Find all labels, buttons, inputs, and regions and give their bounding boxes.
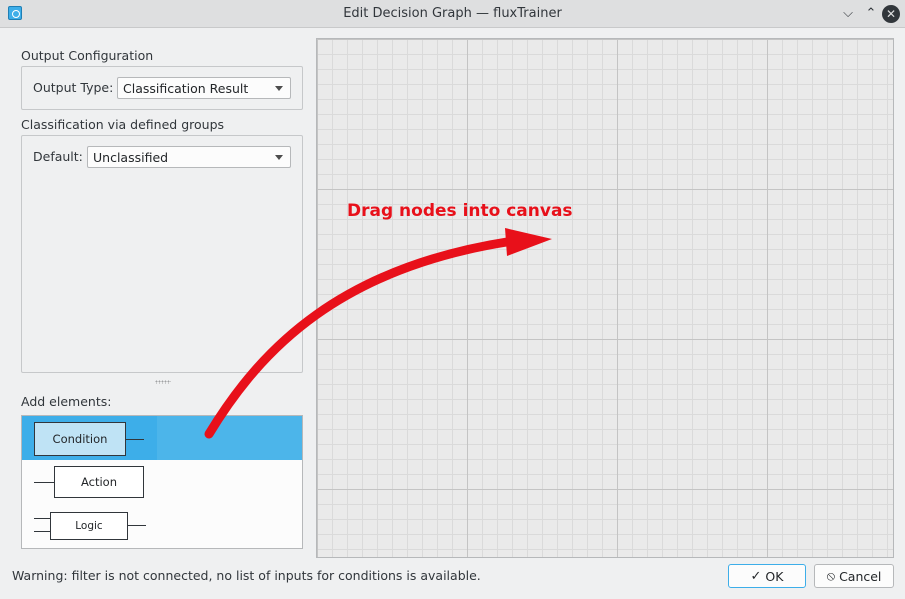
cancel-icon: ⦸ [826, 568, 836, 584]
cancel-button[interactable]: ⦸ Cancel [814, 564, 894, 588]
output-configuration-heading: Output Configuration [21, 48, 154, 63]
elements-list: Condition Action Logic [21, 415, 303, 549]
cancel-button-label: Cancel [839, 568, 882, 584]
classification-heading: Classification via defined groups [21, 117, 225, 132]
minimize-chevron-down-icon[interactable]: ⌵ [838, 4, 858, 24]
chevron-down-icon [275, 86, 283, 91]
checkmark-icon: ✓ [750, 568, 762, 584]
selection-highlight [157, 416, 302, 460]
splitter-handle[interactable] [155, 380, 171, 384]
ok-button[interactable]: ✓ OK [728, 564, 806, 588]
connection-warning: Warning: filter is not connected, no lis… [12, 568, 481, 583]
title-bar: Edit Decision Graph — fluxTrainer ⌵ ⌃ ✕ [0, 0, 905, 28]
condition-output-connector [126, 439, 144, 440]
logic-output-connector [128, 525, 146, 526]
graph-canvas[interactable] [316, 38, 894, 558]
chevron-down-icon [275, 155, 283, 160]
ok-button-label: OK [765, 568, 784, 584]
logic-input-connector-1 [34, 518, 50, 519]
window-title: Edit Decision Graph — fluxTrainer [343, 6, 562, 21]
default-label: Default: [33, 149, 83, 164]
action-node[interactable]: Action [54, 466, 144, 498]
canvas-hint-text: Drag nodes into canvas [347, 201, 573, 221]
output-type-label: Output Type: [33, 80, 114, 95]
output-type-value: Classification Result [123, 81, 249, 96]
logic-input-connector-2 [34, 531, 50, 532]
maximize-chevron-up-icon[interactable]: ⌃ [861, 4, 881, 24]
close-icon[interactable]: ✕ [882, 5, 900, 23]
add-elements-heading: Add elements: [21, 394, 112, 409]
default-class-select[interactable]: Unclassified [87, 146, 291, 168]
condition-node[interactable]: Condition [34, 422, 126, 456]
list-item-condition[interactable]: Condition [22, 416, 157, 460]
default-class-value: Unclassified [93, 150, 169, 165]
list-item-action[interactable]: Action [22, 460, 302, 504]
classification-group [21, 135, 303, 373]
logic-node[interactable]: Logic [50, 512, 128, 540]
list-item-logic[interactable]: Logic [22, 504, 302, 548]
output-type-select[interactable]: Classification Result [117, 77, 291, 99]
action-input-connector [34, 482, 54, 483]
